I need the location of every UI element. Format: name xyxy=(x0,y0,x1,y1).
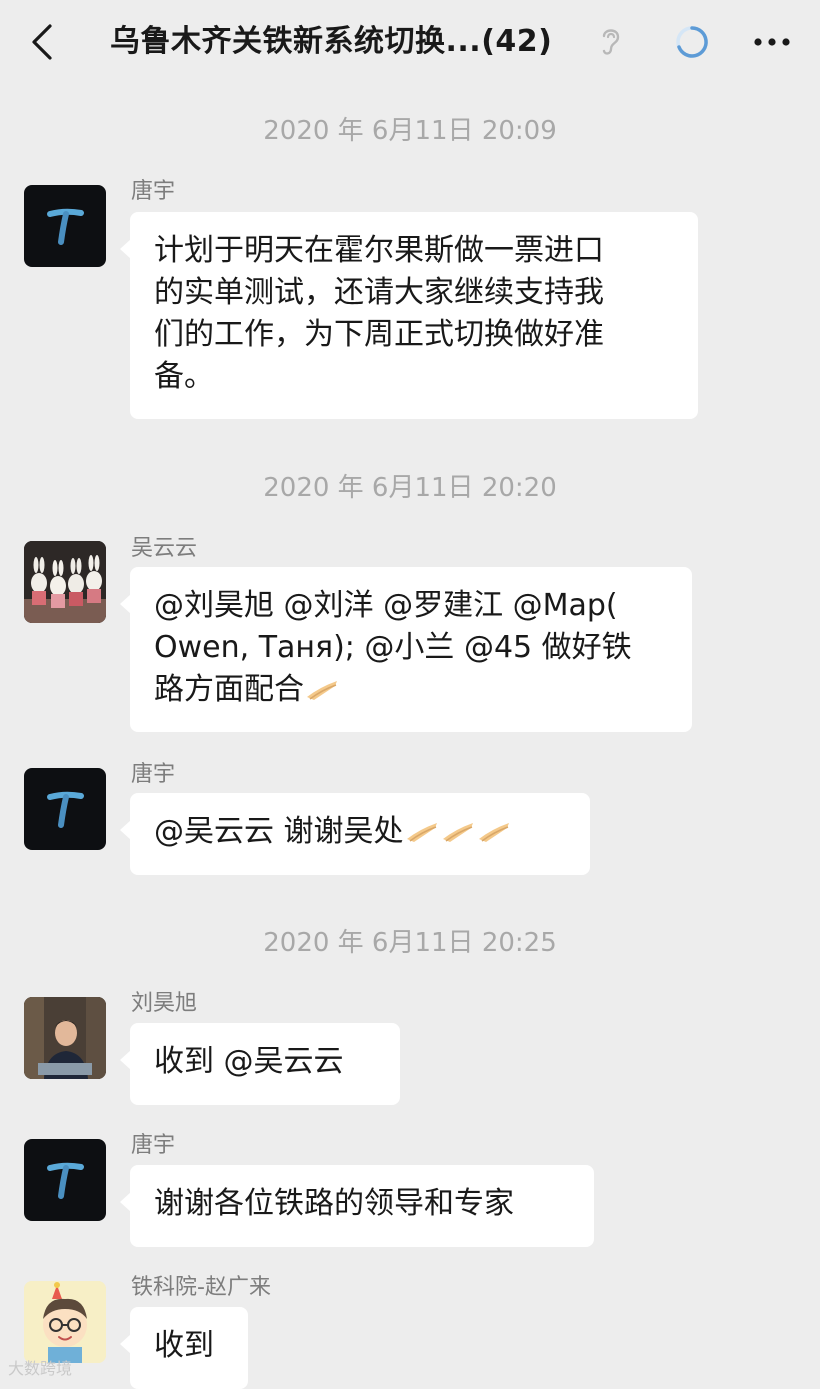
message-line: 计划于明天在霍尔果斯做一票进口 xyxy=(154,233,604,268)
folded-hands-emoji-icon xyxy=(406,823,437,842)
message-line: Owen, Таня); @小兰 @45 做好铁 xyxy=(154,630,632,665)
message-line: 的实单测试，还请大家继续支持我 xyxy=(154,275,604,310)
avatar-tang-yu[interactable] xyxy=(24,1139,106,1221)
message-line: 备。 xyxy=(154,359,214,394)
message-text: @吴云云 谢谢吴处 xyxy=(154,814,404,849)
message-bubble[interactable]: 收到 xyxy=(120,1307,248,1389)
message-bubble[interactable]: @吴云云 谢谢吴处 xyxy=(120,793,590,875)
chevron-left-icon xyxy=(32,24,52,60)
sender-name: 唐宇 xyxy=(131,762,176,787)
letter-t-logo-icon xyxy=(47,208,84,245)
sender-name: 吴云云 xyxy=(131,536,198,561)
more-dots-icon xyxy=(754,38,790,46)
message-line: 路方面配合 xyxy=(154,669,668,711)
avatar-tang-yu[interactable] xyxy=(24,768,106,850)
message-line: 收到 xyxy=(154,1328,214,1363)
sender-name: 唐宇 xyxy=(131,179,176,204)
message-line: @刘昊旭 @刘洋 @罗建江 @Map( xyxy=(154,588,618,623)
timestamp: 2020 年 6月11日 20:25 xyxy=(263,928,557,958)
sender-name: 唐宇 xyxy=(131,1133,176,1158)
sender-name: 刘昊旭 xyxy=(131,991,198,1016)
more-options-button[interactable] xyxy=(748,26,796,58)
message-bubble[interactable]: 计划于明天在霍尔果斯做一票进口 的实单测试，还请大家继续支持我 们的工作，为下周… xyxy=(120,212,698,419)
message-bubble[interactable]: 收到 @吴云云 xyxy=(120,1023,400,1105)
plush-toys-photo-icon xyxy=(24,541,106,623)
message-line: 谢谢各位铁路的领导和专家 xyxy=(154,1186,514,1221)
letter-t-logo-icon xyxy=(47,791,84,828)
loading-ring-icon xyxy=(674,24,710,60)
sender-name: 铁科院-赵广来 xyxy=(131,1275,271,1300)
folded-hands-emoji-icon xyxy=(442,823,473,842)
avatar-liu-haoxu[interactable] xyxy=(24,997,106,1079)
avatar-zhao-guanglai[interactable] xyxy=(24,1281,106,1363)
folded-hands-emoji-icon xyxy=(478,823,509,842)
folded-hands-emoji-icon xyxy=(307,681,337,700)
message-text: 路方面配合 xyxy=(154,672,304,707)
message-bubble[interactable]: 谢谢各位铁路的领导和专家 xyxy=(120,1165,594,1247)
back-button[interactable] xyxy=(26,20,66,64)
timestamp: 2020 年 6月11日 20:20 xyxy=(263,473,557,503)
avatar-tang-yu[interactable] xyxy=(24,185,106,267)
watermark-text: 大数跨境 xyxy=(8,1359,73,1378)
message-bubble[interactable]: @刘昊旭 @刘洋 @罗建江 @Map( Owen, Таня); @小兰 @45… xyxy=(120,567,692,732)
person-photo-icon xyxy=(24,997,106,1079)
chat-title: 乌鲁木齐关铁新系统切换...(42) xyxy=(110,24,553,59)
avatar-wu-yunyun[interactable] xyxy=(24,541,106,623)
timestamp: 2020 年 6月11日 20:09 xyxy=(263,116,557,146)
chat-header: 乌鲁木齐关铁新系统切换...(42) xyxy=(0,0,820,84)
message-line: 收到 @吴云云 xyxy=(154,1044,344,1079)
message-line: 们的工作，为下周正式切换做好准 xyxy=(154,317,604,352)
cartoon-boy-icon xyxy=(24,1281,106,1363)
ear-icon xyxy=(596,24,626,60)
message-line: @吴云云 谢谢吴处 xyxy=(154,811,566,853)
letter-t-logo-icon xyxy=(47,1162,84,1199)
